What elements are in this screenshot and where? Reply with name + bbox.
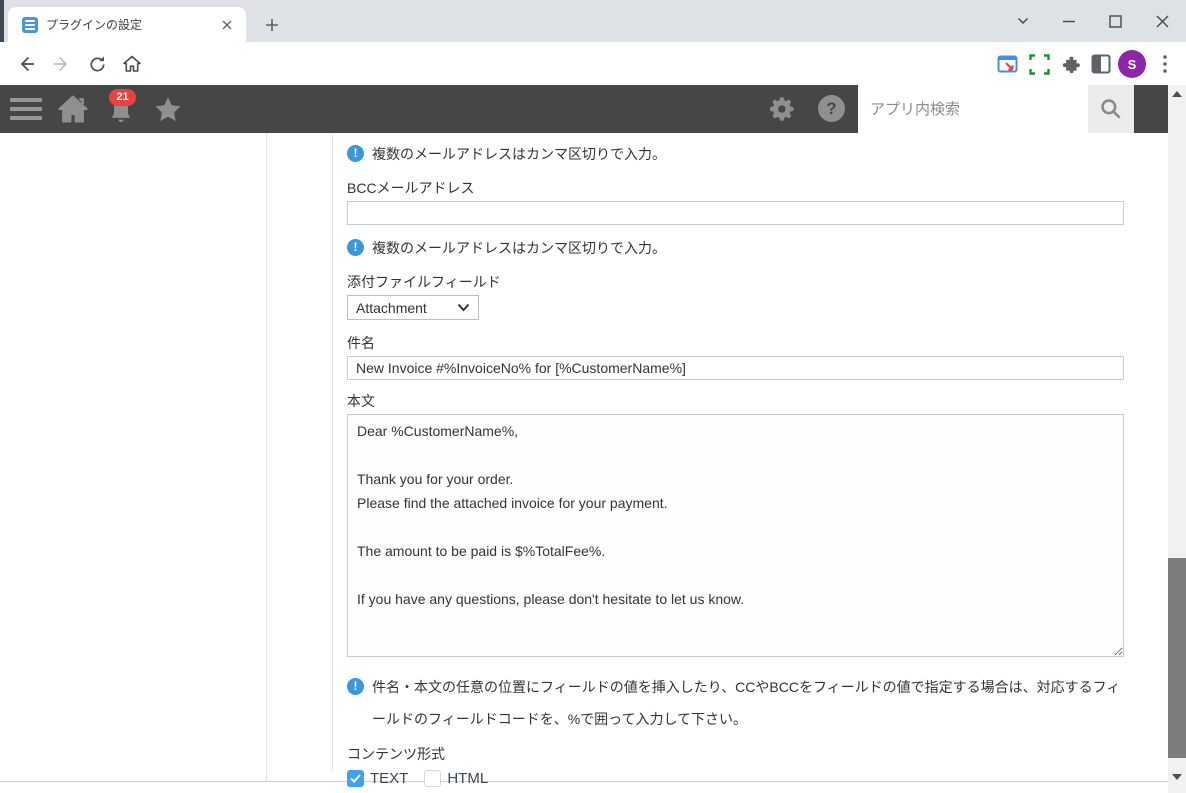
window-title-bar: プラグインの設定 bbox=[0, 0, 1186, 42]
app-search-input[interactable] bbox=[858, 85, 1088, 133]
tab-title: プラグインの設定 bbox=[46, 18, 143, 32]
capture-extension-icon[interactable] bbox=[1026, 51, 1052, 77]
home-icon[interactable] bbox=[118, 50, 146, 78]
content-format-options: TEXT HTML bbox=[347, 770, 1124, 787]
window-edge bbox=[0, 0, 4, 42]
body-textarea[interactable]: Dear %CustomerName%, Thank you for your … bbox=[347, 414, 1124, 657]
plugin-favicon-icon bbox=[22, 16, 38, 33]
text-checkbox[interactable] bbox=[347, 770, 364, 787]
close-window-button[interactable] bbox=[1146, 6, 1178, 36]
field-code-note: ! 件名・本文の任意の位置にフィールドの値を挿入したり、CCやBCCをフィールド… bbox=[347, 671, 1124, 735]
minimize-button[interactable] bbox=[1053, 6, 1085, 36]
browser-menu-icon[interactable] bbox=[1152, 51, 1178, 77]
check-icon bbox=[350, 774, 361, 783]
scrollbar-thumb[interactable] bbox=[1168, 558, 1186, 758]
browser-tab[interactable]: プラグインの設定 bbox=[8, 7, 246, 42]
scroll-up-arrow-icon[interactable] bbox=[1172, 91, 1182, 97]
sidebar-extension-icon[interactable] bbox=[994, 51, 1020, 77]
info-icon: ! bbox=[347, 239, 364, 256]
html-checkbox-label[interactable]: HTML bbox=[447, 770, 488, 787]
html-checkbox[interactable] bbox=[424, 770, 442, 787]
forward-icon[interactable] bbox=[48, 50, 76, 78]
text-checkbox-label[interactable]: TEXT bbox=[370, 770, 408, 787]
subject-label: 件名 bbox=[347, 335, 375, 351]
content-format-label: コンテンツ形式 bbox=[347, 746, 445, 762]
maximize-button[interactable] bbox=[1099, 6, 1131, 36]
sidebar-divider bbox=[266, 133, 267, 781]
info-icon: ! bbox=[347, 145, 364, 162]
theme-toggle-extension-icon[interactable] bbox=[1088, 51, 1114, 77]
mail-settings-form: ! 複数のメールアドレスはカンマ区切りで入力。 BCCメールアドレス ! 複数の… bbox=[347, 133, 1124, 787]
plugin-config-page: ! 複数のメールアドレスはカンマ区切りで入力。 BCCメールアドレス ! 複数の… bbox=[0, 133, 1168, 793]
bcc-email-note: ! 複数のメールアドレスはカンマ区切りで入力。 bbox=[347, 238, 1124, 259]
scroll-down-arrow-icon[interactable] bbox=[1172, 774, 1182, 780]
body-label: 本文 bbox=[347, 393, 375, 409]
form-panel-border bbox=[332, 133, 333, 771]
tab-search-chevron-icon[interactable] bbox=[1007, 6, 1039, 36]
tab-close-icon[interactable] bbox=[218, 16, 236, 34]
bcc-input[interactable] bbox=[347, 201, 1124, 225]
settings-gear-icon[interactable] bbox=[769, 95, 797, 123]
app-header: 21 ? bbox=[0, 85, 1168, 133]
browser-toolbar: pandafirm.cybozu.com/k/admin/app/1816/pl… bbox=[0, 42, 1186, 123]
menu-hamburger-icon[interactable] bbox=[10, 98, 44, 120]
favorites-star-icon[interactable] bbox=[152, 95, 184, 125]
reload-icon[interactable] bbox=[83, 50, 111, 78]
search-button[interactable] bbox=[1088, 85, 1134, 133]
profile-avatar[interactable]: S bbox=[1118, 50, 1146, 78]
back-icon[interactable] bbox=[12, 50, 40, 78]
chevron-down-icon bbox=[457, 303, 470, 312]
portal-home-icon[interactable] bbox=[58, 95, 88, 123]
help-icon[interactable]: ? bbox=[818, 95, 845, 122]
subject-input[interactable] bbox=[347, 356, 1124, 380]
attachment-label: 添付ファイルフィールド bbox=[347, 274, 501, 290]
notification-badge: 21 bbox=[109, 89, 136, 106]
info-icon: ! bbox=[347, 678, 364, 695]
magnifier-icon bbox=[1101, 99, 1121, 119]
new-tab-button[interactable] bbox=[258, 11, 286, 39]
bcc-label: BCCメールアドレス bbox=[347, 180, 475, 196]
page-scrollbar[interactable] bbox=[1168, 85, 1186, 793]
attachment-select[interactable]: Attachment bbox=[347, 295, 479, 320]
extensions-puzzle-icon[interactable] bbox=[1057, 51, 1083, 77]
cc-email-note: ! 複数のメールアドレスはカンマ区切りで入力。 bbox=[347, 144, 1124, 165]
